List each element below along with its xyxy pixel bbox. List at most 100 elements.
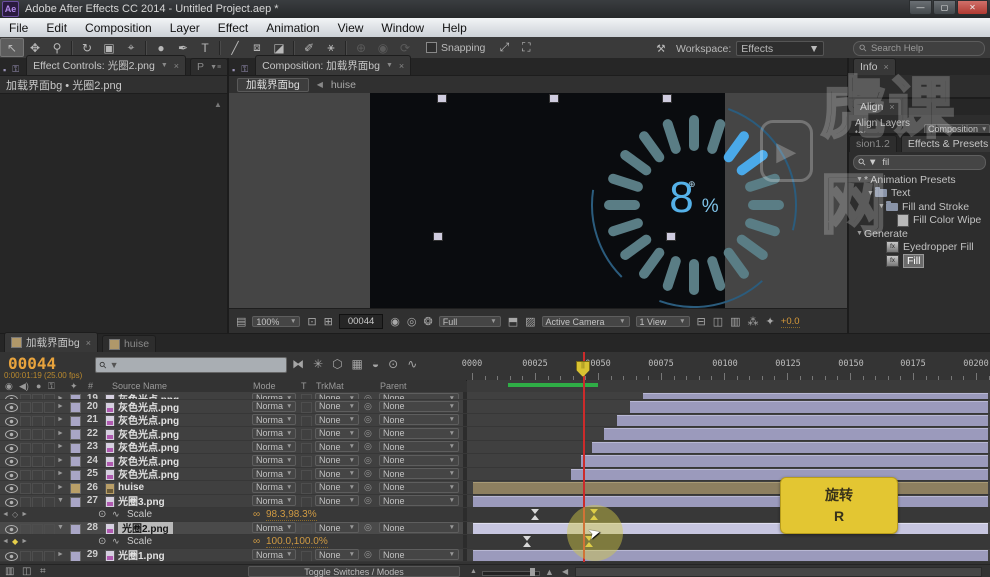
trkmat-toggle-box[interactable] (301, 497, 312, 508)
layer-switch-box[interactable] (20, 483, 31, 494)
expander-icon[interactable]: ▼ (855, 176, 864, 183)
camera-select[interactable]: Active Camera▼ (542, 316, 630, 327)
expander-icon[interactable]: ► (57, 468, 67, 480)
layer-switch-box[interactable] (44, 551, 55, 562)
parent-select[interactable]: None▼ (379, 482, 459, 493)
layer-switch-box[interactable] (20, 551, 31, 562)
eye-toggle-icon[interactable] (5, 484, 18, 493)
mode-select[interactable]: Norma▼ (252, 455, 296, 466)
parent-pickwhip-icon[interactable]: ◎ (364, 454, 372, 466)
trkmat-toggle-box[interactable] (301, 470, 312, 481)
timeline-layer-row[interactable]: ►22灰色光点.pngNorma▼None▼◎None▼ (0, 427, 990, 441)
layer-duration-bar[interactable] (473, 550, 988, 562)
mode-select[interactable]: Norma▼ (252, 482, 296, 493)
timeline-layer-row[interactable]: ►29光圈1.pngNorma▼None▼◎None▼ (0, 549, 990, 563)
scroll-left-icon[interactable]: ◀ (562, 567, 568, 576)
pan-behind-tool[interactable]: ⌖ (120, 39, 142, 56)
eye-toggle-icon[interactable] (5, 444, 18, 453)
parent-pickwhip-icon[interactable]: ◎ (364, 414, 372, 426)
parent-pickwhip-icon[interactable]: ◎ (364, 427, 372, 439)
expander-icon[interactable]: ▼ (855, 230, 864, 237)
keyframe-prev-icon[interactable]: ◄ (2, 511, 9, 518)
timeline-layer-row[interactable]: ►20灰色光点.pngNorma▼None▼◎None▼ (0, 400, 990, 414)
workspace-select[interactable]: Effects▼ (736, 41, 824, 56)
layer-switch-box[interactable] (32, 429, 43, 440)
zoom-slider-knob[interactable] (530, 568, 535, 576)
mode-select[interactable]: Norma▼ (252, 522, 296, 533)
tab-partial[interactable]: sion1.2 (849, 135, 897, 152)
horizontal-scrollbar[interactable] (575, 567, 982, 577)
layer-switch-box[interactable] (32, 551, 43, 562)
hand-tool[interactable]: ✥ (24, 39, 46, 56)
expand-transfer-controls-icon[interactable]: ◫ (22, 566, 31, 577)
trkmat-select[interactable]: None▼ (315, 482, 359, 493)
eye-toggle-icon[interactable] (5, 471, 18, 480)
expander-icon[interactable]: ▼ (866, 190, 875, 197)
parent-select[interactable]: None▼ (379, 522, 459, 533)
fast-preview-icon[interactable]: ◫ (713, 315, 723, 328)
eraser-tool[interactable]: ◪ (268, 39, 290, 56)
keyframe-next-icon[interactable]: ► (21, 511, 28, 518)
expander-icon[interactable]: ► (57, 427, 67, 439)
trkmat-select[interactable]: None▼ (315, 455, 359, 466)
selection-tool[interactable]: ↖ (0, 38, 24, 57)
expander-icon[interactable]: ► (57, 414, 67, 426)
layer-switch-box[interactable] (44, 456, 55, 467)
zoom-in-icon[interactable]: ▲ (545, 567, 554, 577)
tab-effects-presets[interactable]: Effects & Presets× (901, 135, 990, 152)
selection-handle[interactable] (437, 94, 447, 103)
trkmat-toggle-box[interactable] (301, 429, 312, 440)
expand-layer-switches-icon[interactable]: ▥ (5, 566, 14, 577)
parent-select[interactable]: None▼ (379, 455, 459, 466)
parent-pickwhip-icon[interactable]: ◎ (364, 400, 372, 412)
layer-duration-bar[interactable] (473, 523, 988, 535)
eye-toggle-icon[interactable] (5, 525, 18, 534)
current-time-field[interactable]: 00044 (339, 314, 383, 329)
time-ruler[interactable]: 0000000250005000075001000012500150001750… (467, 352, 990, 381)
keyframe-diamond-icon[interactable]: ◆ (12, 537, 18, 546)
layer-switch-box[interactable] (44, 429, 55, 440)
keyframe-next-icon[interactable]: ► (21, 538, 28, 545)
tree-item-fill[interactable]: fxFill (849, 254, 990, 268)
graph-editor-icon[interactable]: ∿ (407, 357, 417, 371)
layer-switch-box[interactable] (32, 402, 43, 413)
roto-brush-tool[interactable]: ✐ (298, 39, 320, 56)
type-tool[interactable]: T (194, 39, 216, 56)
mode-select[interactable]: Norma▼ (252, 393, 296, 401)
layer-name[interactable]: 灰色光点.png (118, 468, 179, 480)
timeline-button-icon[interactable]: ▥ (730, 315, 740, 328)
layer-switch-box[interactable] (20, 443, 31, 454)
layer-switch-box[interactable] (20, 470, 31, 481)
constrain-link-icon[interactable]: ∞ (253, 535, 260, 547)
timeline-layer-row[interactable]: ►19灰色光点.pngNorma▼None▼◎None▼ (0, 392, 990, 400)
layer-switch-box[interactable] (32, 470, 43, 481)
layer-name[interactable]: 灰色光点.png (118, 392, 179, 400)
trkmat-select[interactable]: None▼ (315, 401, 359, 412)
keyframe-navigator[interactable]: ◄◆► (2, 535, 28, 547)
layer-duration-bar[interactable] (604, 428, 988, 440)
layer-switch-box[interactable] (20, 456, 31, 467)
view-layout-select[interactable]: 1 View▼ (636, 316, 690, 327)
layer-switch-box[interactable] (32, 443, 43, 454)
shy-icon[interactable]: ✳ (313, 357, 323, 371)
mode-select[interactable]: Norma▼ (252, 401, 296, 412)
layer-name[interactable]: 光圈1.png (118, 549, 165, 561)
parent-select[interactable]: None▼ (379, 549, 459, 560)
selection-handle[interactable] (662, 94, 672, 103)
stopwatch-icon[interactable]: ⊙ (98, 535, 106, 547)
composition-stage[interactable]: ⊕ 8% (370, 93, 725, 308)
resolution-select[interactable]: Full▼ (439, 316, 501, 327)
expander-icon[interactable]: ▼ (57, 522, 67, 534)
parent-column-header[interactable]: Parent (380, 381, 407, 391)
graph-icon[interactable]: ∿ (112, 508, 120, 520)
menu-layer[interactable]: Layer (161, 20, 209, 36)
camera-tool[interactable]: ▣ (98, 39, 120, 56)
mode-column-header[interactable]: Mode (253, 381, 276, 391)
layer-name[interactable]: 光圈2.png (118, 522, 173, 534)
eye-toggle-icon[interactable] (5, 430, 18, 439)
safe-areas-icon[interactable]: ⊡ (307, 315, 316, 328)
layer-switch-box[interactable] (44, 470, 55, 481)
grid-guides-icon[interactable]: ⊞ (324, 315, 333, 328)
layer-switch-box[interactable] (20, 497, 31, 508)
layer-duration-bar[interactable] (473, 482, 988, 494)
